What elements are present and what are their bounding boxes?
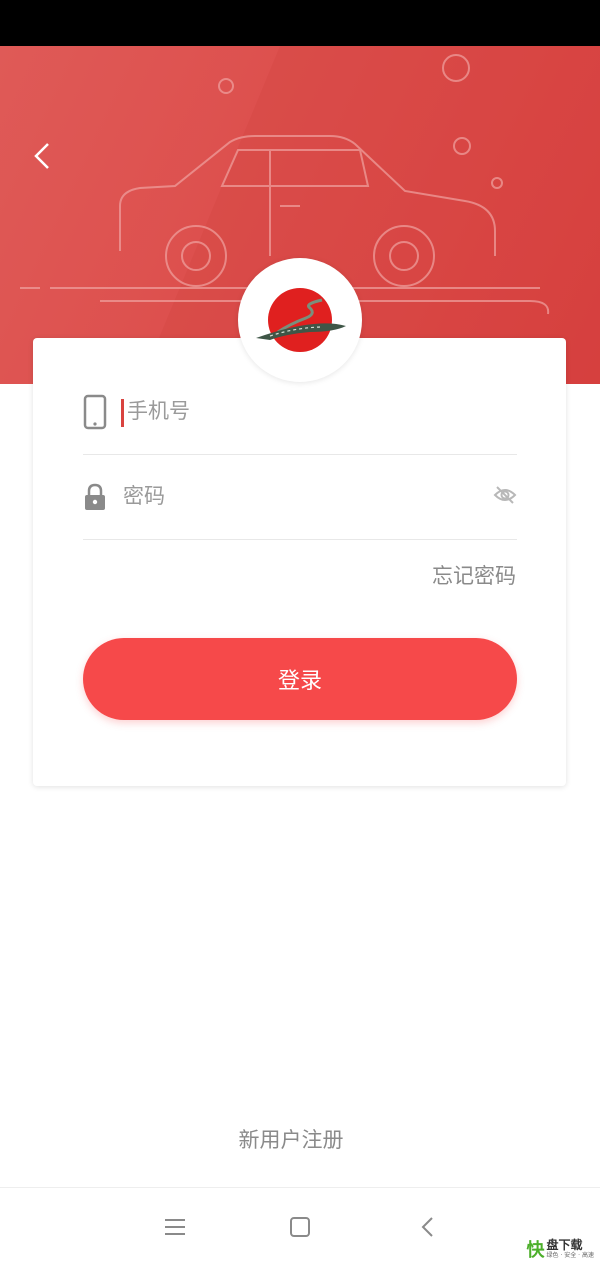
watermark: 快 盘下载 绿色 · 安全 · 高速 [527,1236,594,1262]
register-link[interactable]: 新用户注册 [0,1124,582,1154]
road-logo-icon [256,288,346,352]
phone-input[interactable]: 手机号 [127,396,190,426]
password-input[interactable]: 密码 [123,481,165,511]
password-field[interactable]: 密码 [83,455,517,540]
menu-button[interactable] [160,1212,190,1242]
chevron-left-icon [34,143,49,169]
system-nav-bar: 快 盘下载 绿色 · 安全 · 高速 [0,1187,600,1268]
watermark-main: 盘下载 [546,1238,583,1252]
watermark-mark: 快 [526,1240,545,1261]
login-button[interactable]: 登录 [83,638,517,720]
phone-icon [83,394,107,430]
text-cursor [121,399,124,427]
watermark-sub: 绿色 · 安全 · 高速 [546,1252,594,1259]
menu-icon [165,1219,185,1235]
square-home-icon [290,1217,310,1237]
home-button[interactable] [285,1212,315,1242]
forgot-password-link[interactable]: 忘记密码 [432,560,516,590]
status-bar [0,0,600,46]
lock-icon [83,479,107,515]
phone-field[interactable]: 手机号 [83,370,517,455]
triangle-back-icon [421,1217,433,1237]
eye-off-icon [493,486,517,504]
system-back-button[interactable] [412,1212,442,1242]
back-button[interactable] [22,134,62,178]
password-visibility-toggle[interactable] [493,483,517,507]
app-logo [238,258,362,382]
